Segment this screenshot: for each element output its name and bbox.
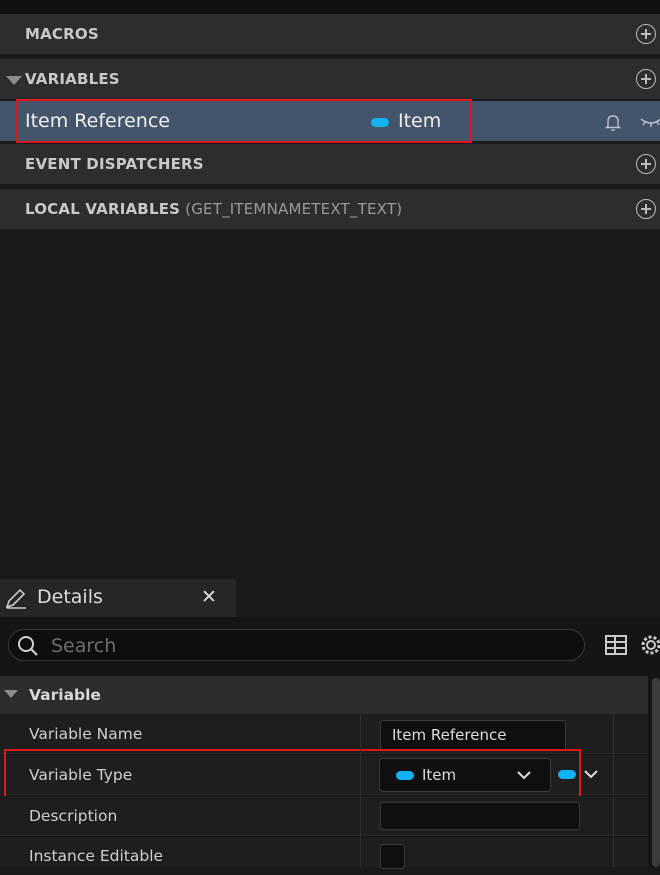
macros-section-header[interactable]: MACROS	[0, 14, 660, 56]
macros-label: MACROS	[25, 25, 99, 43]
variables-label: VARIABLES	[25, 70, 120, 88]
category-collapse-icon[interactable]	[4, 690, 18, 698]
settings-gear-icon[interactable]	[638, 632, 660, 658]
container-type-chevron-icon[interactable]	[583, 768, 599, 780]
add-variable-icon[interactable]	[636, 69, 656, 89]
local-variables-title: LOCAL VARIABLES (GET_ITEMNAMETEXT_TEXT)	[25, 189, 402, 229]
description-label: Description	[29, 806, 118, 825]
variable-name-row: Variable Name Item Reference	[0, 714, 648, 754]
highlight-box-variable	[16, 99, 472, 143]
instance-editable-label: Instance Editable	[29, 847, 164, 865]
local-variables-section-header[interactable]: LOCAL VARIABLES (GET_ITEMNAMETEXT_TEXT)	[0, 189, 660, 231]
description-field[interactable]	[380, 802, 580, 830]
local-variables-scope: (GET_ITEMNAMETEXT_TEXT)	[185, 200, 403, 218]
details-scrollbar[interactable]	[652, 678, 660, 867]
close-tab-icon[interactable]: ✕	[201, 579, 217, 615]
details-tab-title: Details	[37, 586, 103, 608]
edit-pencil-icon	[5, 588, 26, 609]
event-dispatchers-label: EVENT DISPATCHERS	[25, 155, 204, 173]
collapse-triangle-icon[interactable]	[6, 76, 22, 85]
category-label: Variable	[29, 686, 101, 704]
add-event-dispatcher-icon[interactable]	[636, 154, 656, 174]
details-search-box[interactable]	[8, 629, 585, 661]
details-tab[interactable]: Details ✕	[0, 579, 236, 617]
search-icon	[18, 636, 38, 656]
visibility-eye-closed-icon[interactable]	[640, 113, 660, 129]
event-dispatchers-section-header[interactable]: EVENT DISPATCHERS	[0, 144, 660, 186]
variables-section-header[interactable]: VARIABLES	[0, 59, 660, 101]
local-variables-label: LOCAL VARIABLES	[25, 200, 181, 218]
add-local-variable-icon[interactable]	[636, 199, 656, 219]
variable-name-field[interactable]: Item Reference	[380, 720, 566, 750]
variable-name-label: Variable Name	[29, 724, 143, 743]
top-clipped-row	[0, 0, 660, 14]
search-input[interactable]	[49, 633, 573, 659]
table-view-icon[interactable]	[604, 634, 628, 656]
description-row: Description	[0, 796, 648, 836]
add-macro-icon[interactable]	[636, 24, 656, 44]
replication-bell-icon[interactable]	[603, 112, 623, 132]
instance-editable-checkbox[interactable]	[380, 844, 405, 869]
column-divider[interactable]	[360, 714, 361, 867]
variable-category-header[interactable]: Variable	[0, 676, 648, 714]
instance-editable-row: Instance Editable	[0, 837, 648, 869]
column-divider-right	[613, 714, 614, 867]
